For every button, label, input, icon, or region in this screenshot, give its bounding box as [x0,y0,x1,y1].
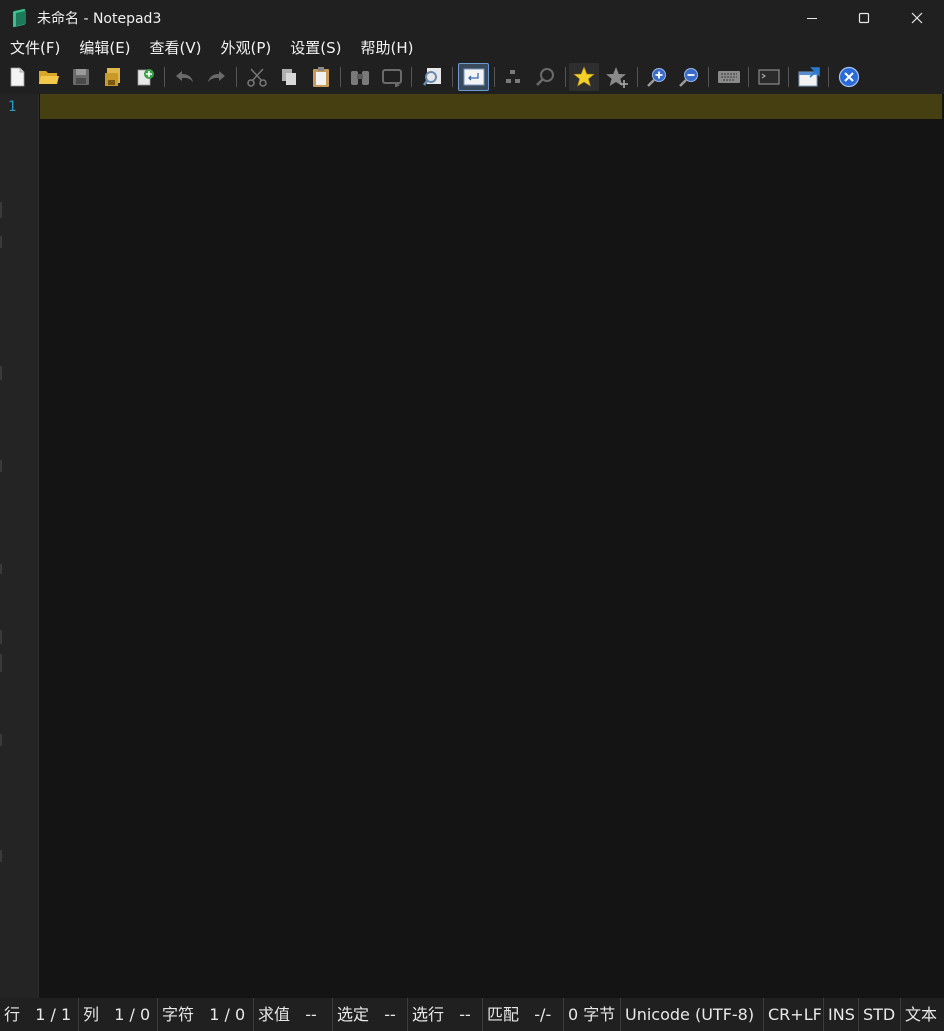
minimize-icon [807,17,817,19]
zoom-out-button[interactable] [674,63,704,91]
save-button[interactable] [66,63,96,91]
zoom-in-button[interactable] [642,63,672,91]
keyboard-button[interactable] [714,63,744,91]
menu-appearance[interactable]: 外观(P) [211,35,281,61]
status-ovr[interactable]: INS [824,998,859,1031]
text-area[interactable] [40,119,942,998]
line-number-gutter: 1 [0,94,39,998]
find-binoculars-icon [351,71,369,85]
copy-button[interactable] [274,63,304,91]
cut-button[interactable] [242,63,272,91]
replace-icon [382,69,402,87]
undo-button[interactable] [170,63,200,91]
fold-icon [506,70,520,83]
status-bar: 行 1 / 1 列 1 / 0 字符 1 / 0 求值 -- 选定 -- 选行 … [0,998,944,1031]
minimize-button[interactable] [786,0,838,35]
save-icon [73,69,89,85]
status-selection[interactable]: 选定 -- [333,998,408,1031]
open-button[interactable] [34,63,64,91]
zoom-in-icon [647,68,666,87]
status-selected-lines[interactable]: 选行 -- [408,998,483,1031]
menu-file[interactable]: 文件(F) [0,35,69,61]
paste-icon [313,67,329,87]
new-file-button[interactable] [2,63,32,91]
cut-icon [247,68,267,87]
terminal-button[interactable] [754,63,784,91]
fold-button[interactable] [498,63,528,91]
zoom-out-icon [679,68,698,87]
editor: 1 [0,94,944,998]
save-copy-icon [137,69,154,86]
close-button[interactable] [891,0,943,35]
close-icon [911,12,923,23]
redo-button[interactable] [201,63,231,91]
menu-edit[interactable]: 编辑(E) [69,35,139,61]
open-folder-icon [39,71,59,84]
mark-occurrences-icon [536,68,554,86]
status-line[interactable]: 行 1 / 1 [0,998,79,1031]
redo-icon [208,71,225,82]
terminal-icon [758,69,780,85]
find-in-files-button[interactable] [418,63,448,91]
pin-window-button[interactable] [794,63,824,91]
exit-icon [838,66,860,88]
status-mode[interactable]: STD [859,998,901,1031]
menu-bar: 文件(F) 编辑(E) 查看(V) 外观(P) 设置(S) 帮助(H) [0,35,944,61]
find-button[interactable] [345,63,375,91]
mark-occurrences-button[interactable] [530,63,560,91]
exit-button[interactable] [834,63,864,91]
word-wrap-button[interactable] [458,63,489,91]
status-column[interactable]: 列 1 / 0 [79,998,158,1031]
save-as-icon [105,68,120,86]
status-lexer[interactable]: 文本 [901,998,944,1031]
copy-icon [282,69,296,85]
menu-view[interactable]: 查看(V) [140,35,211,61]
title-bar: 未命名 - Notepad3 [0,0,944,35]
save-as-button[interactable] [98,63,128,91]
save-copy-button[interactable] [130,63,160,91]
keyboard-icon [718,71,740,83]
undo-icon [176,71,193,82]
add-favorite-button[interactable] [602,63,632,91]
favorites-star-icon [573,66,595,87]
paste-button[interactable] [306,63,336,91]
current-line-highlight[interactable] [40,94,942,119]
status-eol[interactable]: CR+LF [764,998,824,1031]
maximize-icon [858,12,870,23]
word-wrap-icon [463,68,484,86]
maximize-button[interactable] [838,0,890,35]
line-number: 1 [8,99,17,115]
status-eval[interactable]: 求值 -- [254,998,333,1031]
add-favorite-icon [606,67,628,88]
status-bytes[interactable]: 0 字节 [564,998,621,1031]
window-title: 未命名 - Notepad3 [37,10,162,27]
toolbar [0,61,944,93]
replace-button[interactable] [377,63,407,91]
pin-window-icon [798,67,820,87]
status-match[interactable]: 匹配 -/- [483,998,564,1031]
app-icon[interactable] [10,8,28,27]
menu-help[interactable]: 帮助(H) [350,35,422,61]
find-in-files-icon [423,68,441,86]
status-char[interactable]: 字符 1 / 0 [158,998,254,1031]
menu-settings[interactable]: 设置(S) [280,35,350,61]
status-encoding[interactable]: Unicode (UTF-8) [621,998,764,1031]
favorites-button[interactable] [569,63,599,91]
new-file-icon [10,67,25,87]
